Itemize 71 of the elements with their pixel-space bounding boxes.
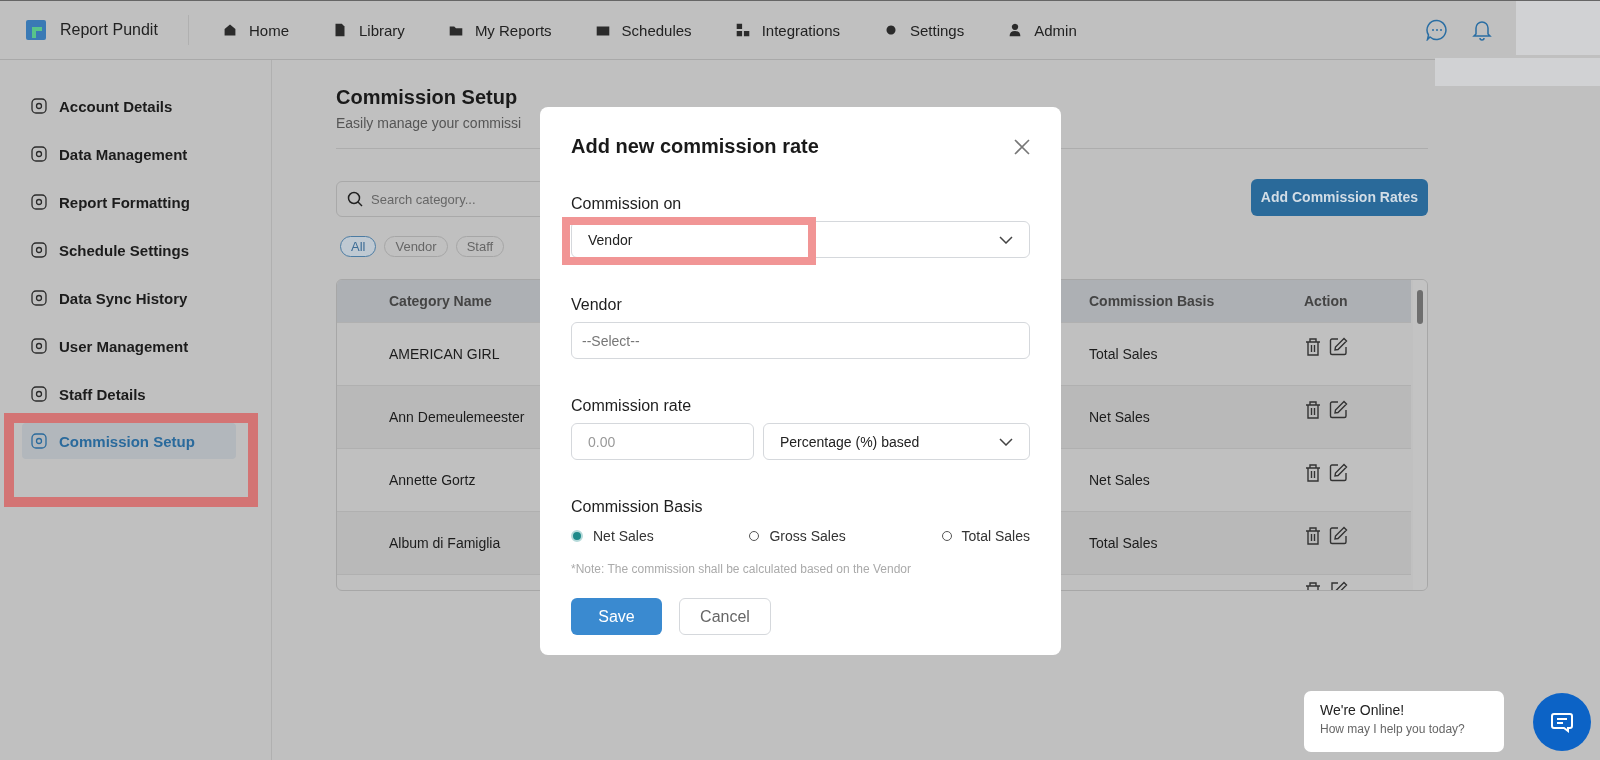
select-field[interactable]: --Select-- xyxy=(571,322,1030,359)
nav-link[interactable]: Home xyxy=(221,21,289,39)
save-button[interactable]: Save xyxy=(571,598,662,635)
trash-icon[interactable] xyxy=(1304,400,1322,420)
trash-icon[interactable] xyxy=(1304,337,1322,357)
note-text: *Note: The commission shall be calculated based on the Vendor xyxy=(571,562,912,576)
sidebar-icon xyxy=(30,97,48,115)
sidebar-icon xyxy=(30,337,48,355)
trash-icon[interactable] xyxy=(1304,526,1322,546)
sidebar-icon xyxy=(30,193,48,211)
sidebar-item[interactable]: Data Sync History xyxy=(22,280,250,316)
sidebar-item[interactable]: Staff Details xyxy=(22,376,250,412)
table-cell: Total Sales xyxy=(1089,346,1158,362)
bell-icon[interactable] xyxy=(1472,19,1492,41)
sidebar-item[interactable]: Account Details xyxy=(22,88,250,124)
field-label: Commission rate xyxy=(571,397,693,415)
sidebar-icon xyxy=(30,241,48,259)
chat-bubble[interactable]: We're Online! How may I help you today? xyxy=(1304,691,1504,752)
sidebar-item[interactable]: Data Management xyxy=(22,136,250,172)
add-commission-button[interactable]: Add Commission Rates xyxy=(1250,178,1428,216)
sidebar-item[interactable]: User Management xyxy=(22,328,250,364)
chevron-icon xyxy=(999,437,1013,446)
rate-field[interactable]: 0.00 xyxy=(571,423,754,460)
chat-launcher-button[interactable] xyxy=(1533,693,1591,751)
sidebar-icon xyxy=(30,145,48,163)
logo-icon xyxy=(26,20,46,40)
sidebar-icon xyxy=(30,432,48,450)
nav-link[interactable]: Integrations xyxy=(733,21,840,39)
app-name: Report Pundit xyxy=(60,21,158,39)
nav-link[interactable]: Library xyxy=(331,21,405,39)
column-header: Commission Basis xyxy=(1089,293,1215,309)
nav-link[interactable]: Schedules xyxy=(593,21,692,39)
search-icon xyxy=(347,191,363,207)
trash-icon[interactable] xyxy=(1304,463,1322,483)
field-label: Commission Basis xyxy=(571,498,704,516)
column-header: Category Name xyxy=(389,293,492,309)
table-cell: Album di Famiglia xyxy=(389,535,501,551)
sidebar-item[interactable]: Report Formatting xyxy=(22,184,250,220)
edit-icon[interactable] xyxy=(1329,526,1348,545)
radio-option[interactable]: Total Sales xyxy=(941,528,1030,544)
table-cell: Net Sales xyxy=(1089,409,1150,425)
table-cell: Net Sales xyxy=(1089,472,1150,488)
edit-icon[interactable] xyxy=(1329,337,1348,356)
table-cell: AMERICAN GIRL xyxy=(389,346,500,362)
nav-link[interactable]: My Reports xyxy=(446,21,552,39)
chat-title: We're Online! xyxy=(1320,702,1406,718)
page-subtitle: Easily manage your commissi xyxy=(336,115,523,131)
dialog-title: Add new commission rate xyxy=(571,135,819,158)
chat-icon[interactable] xyxy=(1426,19,1448,41)
nav-link[interactable]: Settings xyxy=(882,21,965,39)
cancel-button[interactable]: Cancel xyxy=(679,598,771,635)
column-header: Action xyxy=(1304,293,1348,309)
field-label: Vendor xyxy=(571,296,623,314)
page-title: Commission Setup xyxy=(336,86,519,109)
chevron-icon xyxy=(999,235,1013,244)
commission-on-select[interactable]: Vendor xyxy=(571,221,1030,258)
sidebar-item[interactable]: Schedule Settings xyxy=(22,232,250,268)
rate-type-select[interactable]: Percentage (%) based xyxy=(763,423,1030,460)
radio-option[interactable]: Gross Sales xyxy=(749,528,846,544)
message-icon xyxy=(1550,710,1574,734)
sidebar-icon xyxy=(30,289,48,307)
close-icon[interactable] xyxy=(1014,138,1030,155)
radio-option[interactable]: Net Sales xyxy=(571,528,654,544)
sidebar-icon xyxy=(30,385,48,403)
chat-subtitle: How may I help you today? xyxy=(1320,722,1466,736)
edit-icon[interactable] xyxy=(1329,400,1348,419)
nav-link[interactable]: Admin xyxy=(1006,21,1077,39)
table-cell: Ann Demeulemeester xyxy=(389,409,525,425)
table-cell: Total Sales xyxy=(1089,535,1158,551)
table-cell: Annette Gortz xyxy=(389,472,476,488)
edit-icon[interactable] xyxy=(1329,463,1348,482)
